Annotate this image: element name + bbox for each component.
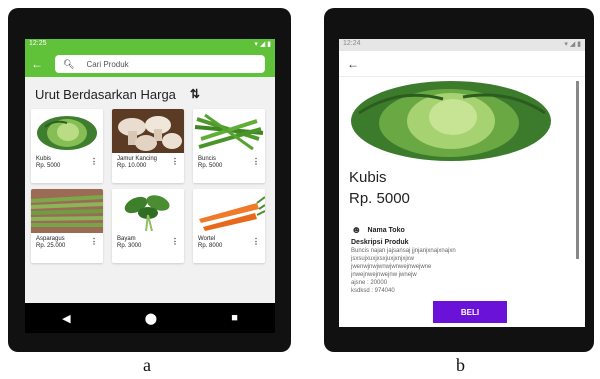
product-card[interactable]: Kubis Rp. 5000 ⋮ bbox=[31, 109, 103, 183]
nav-back-icon[interactable]: ◀ bbox=[62, 312, 70, 325]
buy-button[interactable]: BELI bbox=[433, 301, 507, 323]
status-bar: 12:24 ▾ ◢ ▮ bbox=[339, 39, 585, 51]
sort-row: Urut Berdasarkan Harga ⇅ bbox=[25, 77, 275, 107]
description-line: jsxsujxuxjxsxjuxjxnjxjxw bbox=[351, 256, 415, 262]
status-icons: ▾ ◢ ▮ bbox=[564, 41, 581, 48]
app-bar: ← bbox=[339, 51, 585, 77]
shop-name: Nama Toko bbox=[367, 227, 405, 234]
product-price: Rp. 5000 bbox=[349, 190, 410, 207]
description-line: Buncis najan jajsansaj jjnjanjxnajxnajxn bbox=[351, 248, 456, 254]
search-input[interactable] bbox=[86, 59, 217, 69]
cabbage-image bbox=[339, 77, 585, 163]
more-options-icon[interactable]: ⋮ bbox=[252, 157, 260, 166]
more-options-icon[interactable]: ⋮ bbox=[90, 157, 98, 166]
product-grid: Kubis Rp. 5000 ⋮ Jamur Kancing Rp. 10.00… bbox=[25, 107, 275, 263]
scrollbar[interactable] bbox=[576, 81, 579, 259]
search-bar[interactable]: 🔍︎ bbox=[55, 55, 265, 73]
more-options-icon[interactable]: ⋮ bbox=[171, 237, 179, 246]
android-nav-bar: ◀ ⬤ ■ bbox=[25, 303, 275, 333]
back-arrow-icon[interactable]: ← bbox=[31, 57, 55, 71]
back-arrow-icon[interactable]: ← bbox=[347, 57, 359, 71]
screen-product-list: 12:25 ▾ ◢ ▮ ← 🔍︎ Urut Berdasarkan Harga … bbox=[25, 39, 275, 333]
caption-a: a bbox=[143, 355, 151, 375]
nav-recents-icon[interactable]: ■ bbox=[231, 312, 238, 324]
shop-row[interactable]: ☻ Nama Toko bbox=[339, 207, 585, 236]
sort-icon[interactable]: ⇅ bbox=[190, 87, 200, 101]
sort-title: Urut Berdasarkan Harga bbox=[35, 86, 176, 102]
app-bar: ← 🔍︎ bbox=[25, 51, 275, 77]
description-line: ksdksd : 974040 bbox=[351, 288, 395, 294]
description-title: Deskripsi Produk bbox=[351, 239, 409, 246]
green-bean-image bbox=[193, 109, 265, 153]
caption-b: b bbox=[456, 355, 465, 375]
product-name: Kubis bbox=[349, 169, 387, 186]
status-icons: ▾ ◢ ▮ bbox=[254, 41, 271, 48]
description-line: ajsne : 20000 bbox=[351, 280, 388, 286]
account-icon: ☻ bbox=[351, 225, 362, 236]
screen-product-detail: 12:24 ▾ ◢ ▮ ← Kubis Rp. 5000 ☻ Nama Toko… bbox=[339, 39, 585, 327]
carrot-image bbox=[193, 189, 265, 233]
nav-home-icon[interactable]: ⬤ bbox=[145, 312, 157, 325]
description-line: jwenwjnwjwnwjwnwejnwejwne bbox=[351, 264, 432, 270]
description-text: Buncis najan jajsansaj jjnjanjxnajxnajxn… bbox=[339, 246, 585, 295]
product-card[interactable]: Asparagus Rp. 25.000 ⋮ bbox=[31, 189, 103, 263]
asparagus-image bbox=[31, 189, 103, 233]
spinach-image bbox=[112, 189, 184, 233]
status-time: 12:24 bbox=[343, 40, 361, 47]
product-card[interactable]: Bayam Rp. 3000 ⋮ bbox=[112, 189, 184, 263]
more-options-icon[interactable]: ⋮ bbox=[252, 237, 260, 246]
more-options-icon[interactable]: ⋮ bbox=[171, 157, 179, 166]
status-bar: 12:25 ▾ ◢ ▮ bbox=[25, 39, 275, 51]
more-options-icon[interactable]: ⋮ bbox=[90, 237, 98, 246]
product-card[interactable]: Jamur Kancing Rp. 10.000 ⋮ bbox=[112, 109, 184, 183]
search-icon: 🔍︎ bbox=[63, 58, 75, 69]
status-time: 12:25 bbox=[29, 40, 47, 47]
description-line: jnwejnwejnwejnw jwnejw bbox=[351, 272, 417, 278]
product-card[interactable]: Buncis Rp. 5000 ⋮ bbox=[193, 109, 265, 183]
mushroom-image bbox=[112, 109, 184, 153]
product-card[interactable]: Wortel Rp. 8000 ⋮ bbox=[193, 189, 265, 263]
cabbage-image bbox=[31, 109, 103, 153]
